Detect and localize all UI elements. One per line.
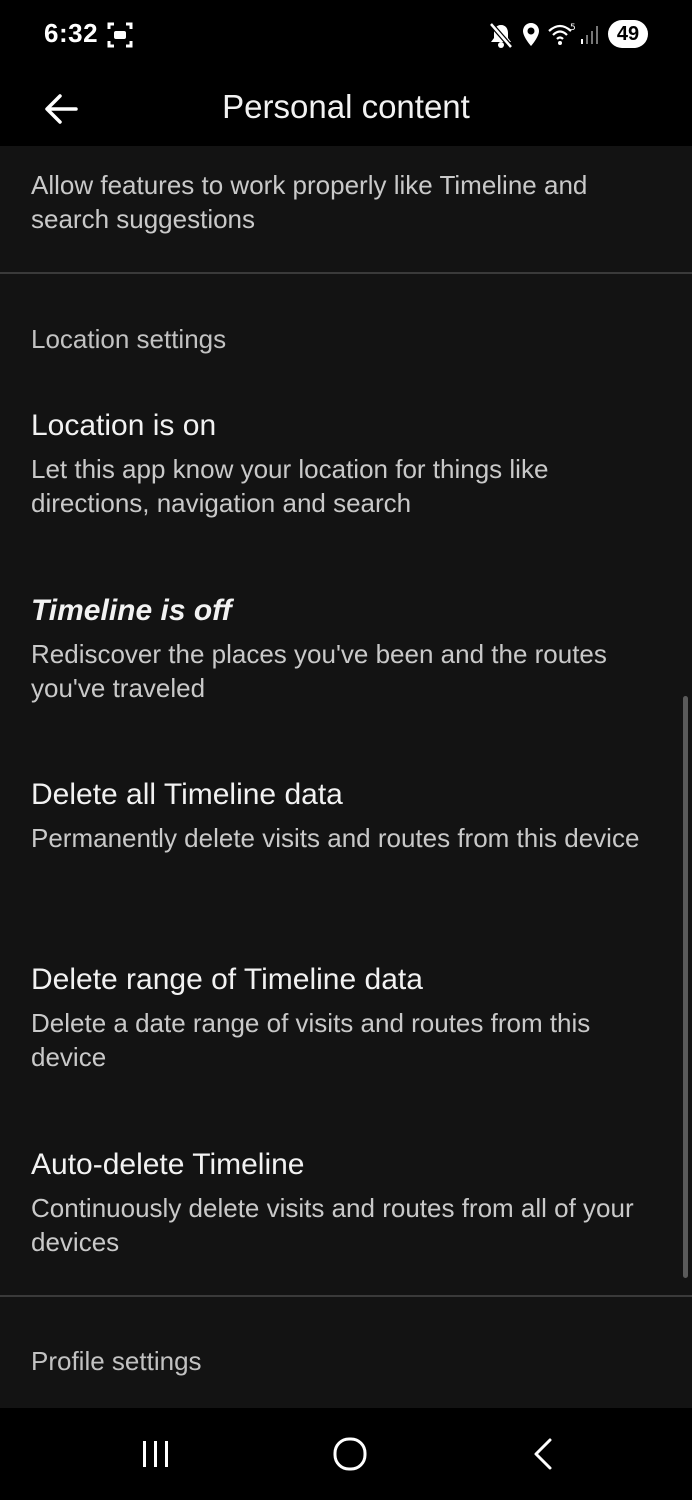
item-title: Delete all Timeline data bbox=[31, 778, 343, 811]
section-header-profile: Profile settings bbox=[31, 1346, 202, 1376]
signal-icon bbox=[581, 26, 598, 44]
back-icon[interactable] bbox=[522, 1432, 566, 1476]
screenshot-icon bbox=[107, 22, 133, 48]
item-title: Delete range of Timeline data bbox=[31, 963, 423, 996]
home-icon[interactable] bbox=[328, 1432, 372, 1476]
screen: 6:32 5 49 Personal content Allow feature… bbox=[0, 0, 692, 1500]
recent-apps-icon[interactable] bbox=[134, 1432, 178, 1476]
status-time: 6:32 bbox=[44, 18, 99, 48]
mute-icon bbox=[489, 22, 513, 49]
wifi-icon: 5 bbox=[548, 23, 576, 45]
battery-level: 49 bbox=[616, 23, 640, 45]
system-nav-bar bbox=[0, 1408, 692, 1500]
item-subtitle: Permanently delete visits and routes fro… bbox=[31, 823, 640, 853]
scrollbar[interactable] bbox=[683, 696, 688, 1278]
item-title: Timeline is off bbox=[31, 594, 232, 627]
intro-text: Allow features to work properly like Tim… bbox=[31, 170, 588, 234]
location-icon bbox=[523, 23, 539, 46]
item-subtitle: Delete a date range of visits and routes… bbox=[31, 1008, 591, 1072]
item-title: Location is on bbox=[31, 409, 217, 442]
section-header-location: Location settings bbox=[31, 324, 227, 354]
svg-text:5: 5 bbox=[570, 23, 576, 33]
auto-delete-timeline-item[interactable]: Auto-delete Timeline Continuously delete… bbox=[31, 1146, 661, 1259]
battery-icon: 49 bbox=[608, 20, 648, 48]
top-app-bar: Personal content bbox=[0, 70, 692, 146]
item-title: Auto-delete Timeline bbox=[31, 1148, 305, 1181]
timeline-toggle-item[interactable]: Timeline is off Rediscover the places yo… bbox=[31, 592, 661, 705]
divider bbox=[0, 1295, 692, 1297]
page-title: Personal content bbox=[222, 88, 470, 125]
delete-all-timeline-item[interactable]: Delete all Timeline data Permanently del… bbox=[31, 776, 661, 855]
item-subtitle: Let this app know your location for thin… bbox=[31, 454, 549, 518]
delete-range-timeline-item[interactable]: Delete range of Timeline data Delete a d… bbox=[31, 961, 661, 1074]
status-bar: 6:32 5 49 bbox=[0, 0, 692, 70]
item-subtitle: Rediscover the places you've been and th… bbox=[31, 639, 607, 703]
item-subtitle: Continuously delete visits and routes fr… bbox=[31, 1193, 634, 1257]
divider bbox=[0, 272, 692, 274]
location-toggle-item[interactable]: Location is on Let this app know your lo… bbox=[31, 407, 661, 520]
